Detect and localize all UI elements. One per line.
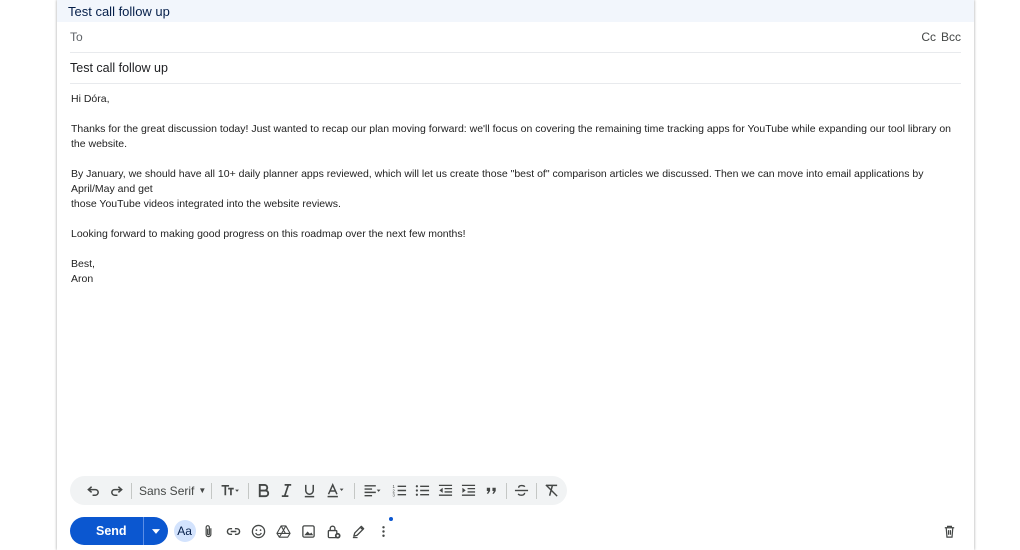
- chevron-down-icon: [151, 528, 160, 534]
- formatting-toolbar: Sans Serif ▼ 123: [70, 476, 567, 505]
- underline-icon[interactable]: [298, 479, 321, 502]
- indent-more-icon[interactable]: [457, 479, 480, 502]
- compose-header[interactable]: Test call follow up: [57, 0, 974, 22]
- italic-icon[interactable]: [275, 479, 298, 502]
- toolbar-divider: [506, 482, 508, 499]
- cc-button[interactable]: Cc: [921, 30, 936, 44]
- compose-title: Test call follow up: [68, 3, 170, 19]
- body-greeting: Hi Dóra,: [71, 93, 110, 105]
- compose-action-bar: Send Aa: [70, 517, 961, 545]
- bold-icon[interactable]: [252, 479, 275, 502]
- body-paragraph-2: By January, we should have all 10+ daily…: [71, 168, 924, 210]
- indent-less-icon[interactable]: [434, 479, 457, 502]
- discard-draft-icon[interactable]: [937, 519, 961, 543]
- confidential-mode-icon[interactable]: [322, 519, 346, 543]
- google-drive-icon[interactable]: [272, 519, 296, 543]
- formatting-options-button[interactable]: Aa: [173, 520, 196, 542]
- body-paragraph-1: Thanks for the great discussion today! J…: [71, 123, 952, 150]
- signature-icon[interactable]: [347, 519, 371, 543]
- schedule-send-dropdown[interactable]: [142, 517, 168, 545]
- subject-field[interactable]: Test call follow up: [70, 53, 961, 84]
- font-family-value: Sans Serif: [139, 483, 195, 498]
- quote-icon[interactable]: [480, 479, 503, 502]
- insert-link-icon[interactable]: [222, 519, 246, 543]
- bcc-button[interactable]: Bcc: [941, 30, 961, 44]
- more-options-icon[interactable]: [372, 517, 396, 543]
- font-size-icon[interactable]: [215, 479, 245, 502]
- redo-icon[interactable]: [105, 479, 128, 502]
- attach-file-icon[interactable]: [197, 519, 221, 543]
- undo-icon[interactable]: [82, 479, 105, 502]
- to-field-row[interactable]: To Cc Bcc: [70, 22, 961, 53]
- body-paragraph-3: Looking forward to making good progress …: [71, 228, 466, 240]
- body-signoff: Best, Aron: [71, 258, 95, 285]
- toolbar-divider: [248, 482, 250, 499]
- toolbar-divider: [211, 482, 213, 499]
- send-button[interactable]: Send: [70, 517, 143, 545]
- font-family-select[interactable]: Sans Serif ▼: [135, 484, 208, 498]
- strikethrough-icon[interactable]: [510, 479, 533, 502]
- text-color-icon[interactable]: [321, 479, 351, 502]
- to-label: To: [70, 30, 83, 44]
- toolbar-divider: [354, 482, 356, 499]
- bulleted-list-icon[interactable]: [411, 479, 434, 502]
- align-icon[interactable]: [358, 479, 388, 502]
- compose-window: Test call follow up To Cc Bcc Test call …: [57, 0, 974, 550]
- emoji-icon[interactable]: [247, 519, 271, 543]
- toolbar-divider: [536, 482, 538, 499]
- chevron-down-icon: ▼: [198, 486, 207, 495]
- svg-text:3: 3: [393, 493, 396, 498]
- toolbar-divider: [131, 482, 132, 499]
- notification-dot: [388, 517, 393, 521]
- subject-text: Test call follow up: [70, 61, 168, 75]
- insert-photo-icon[interactable]: [297, 519, 321, 543]
- numbered-list-icon[interactable]: 123: [388, 479, 411, 502]
- remove-formatting-icon[interactable]: [540, 479, 563, 502]
- send-button-group: Send: [70, 517, 168, 545]
- message-body[interactable]: Hi Dóra, Thanks for the great discussion…: [71, 92, 966, 302]
